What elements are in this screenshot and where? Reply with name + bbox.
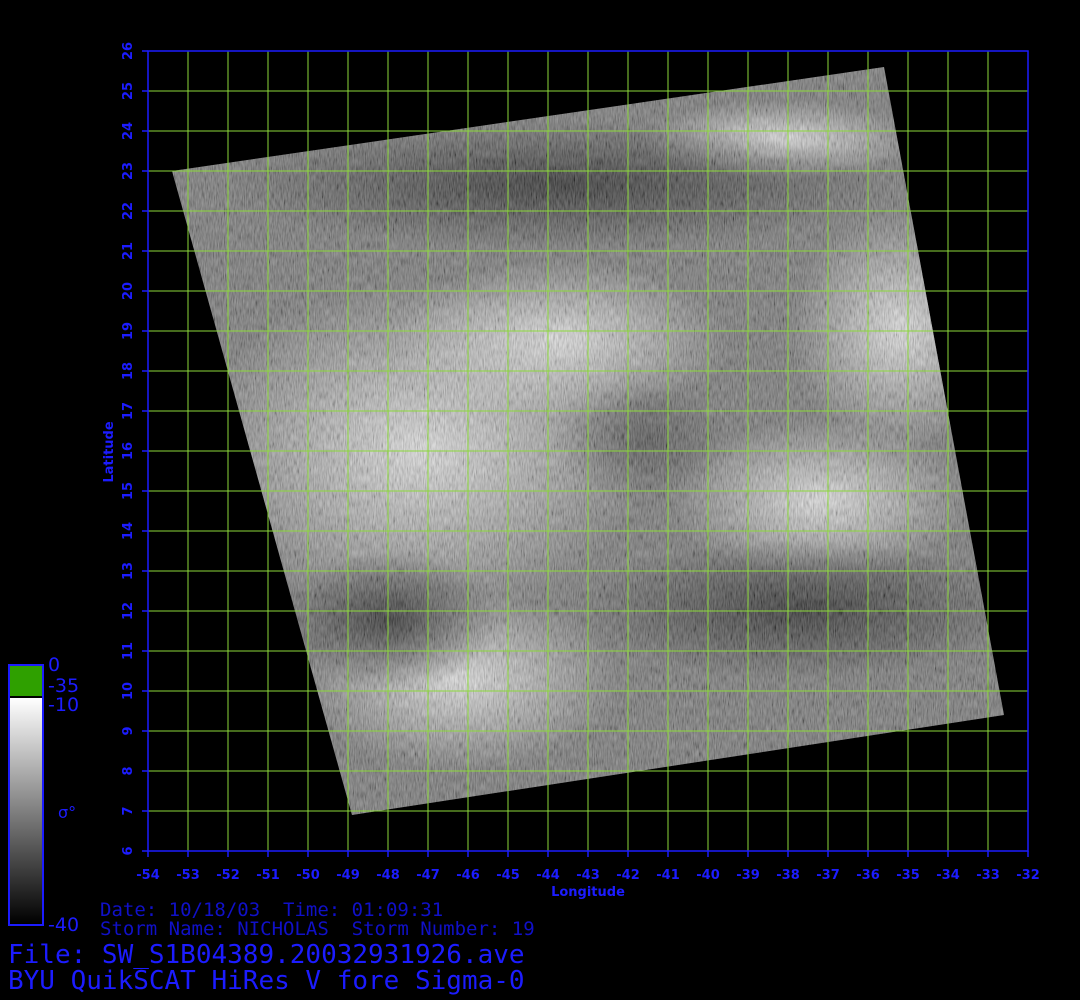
y-tick-label: 10	[121, 682, 136, 700]
x-tick-label: -50	[296, 868, 320, 883]
colorbar	[8, 664, 44, 926]
y-tick-label: 8	[121, 766, 136, 775]
y-tick-label: 20	[121, 282, 136, 300]
y-tick-label: 13	[121, 562, 136, 580]
x-tick-label: -39	[736, 868, 760, 883]
y-tick-label: 6	[121, 846, 136, 855]
colorbar-symbol-sigma0: σ°	[58, 803, 77, 822]
x-tick-label: -53	[176, 868, 200, 883]
colorbar-gray-gradient	[10, 698, 42, 924]
colorbar-green-band	[10, 666, 42, 696]
x-tick-label: -46	[456, 868, 480, 883]
storm-line: Storm Name: NICHOLAS Storm Number: 19	[100, 918, 535, 940]
y-tick-label: 11	[121, 642, 136, 660]
y-tick-label: 25	[121, 82, 136, 100]
x-tick-label: -33	[976, 868, 1000, 883]
x-tick-label: -35	[896, 868, 920, 883]
x-tick-label: -37	[816, 868, 840, 883]
lat-lon-grid	[147, 50, 1029, 852]
x-tick-label: -49	[336, 868, 360, 883]
y-tick-label: 14	[121, 522, 136, 540]
y-tick-label: 7	[121, 806, 136, 815]
x-tick-label: -41	[656, 868, 680, 883]
y-tick-label: 18	[121, 362, 136, 380]
x-tick-label: -32	[1016, 868, 1040, 883]
x-tick-label: -51	[256, 868, 280, 883]
x-tick-label: -40	[696, 868, 720, 883]
x-tick-label: -38	[776, 868, 800, 883]
x-tick-label: -36	[856, 868, 880, 883]
x-tick-label: -34	[936, 868, 960, 883]
product-line: BYU QuikSCAT HiRes V fore Sigma-0	[8, 966, 525, 996]
x-tick-label: -47	[416, 868, 440, 883]
x-axis-title: Longitude	[551, 885, 625, 900]
longitude-ticks: -54 -53 -52 -51 -50 -49 -48 -47 -46 -45 -44 -43 -42 -…	[136, 851, 1040, 883]
swath-image	[172, 67, 1004, 815]
colorbar-label-0: 0	[48, 654, 61, 676]
colorbar-label-minus40: -40	[48, 914, 80, 936]
y-tick-label: 23	[121, 162, 136, 180]
x-tick-label: -45	[496, 868, 520, 883]
y-tick-label: 19	[121, 322, 136, 340]
x-tick-label: -52	[216, 868, 240, 883]
y-tick-label: 26	[121, 42, 136, 60]
x-tick-label: -54	[136, 868, 160, 883]
latitude-ticks: 6 7 8 9 10 11 12 13 14 15 16 17 18 19 20 21 22 23 24 25 26	[121, 42, 148, 856]
map-plot: -54 -53 -52 -51 -50 -49 -48 -47 -46 -45 -44 -43 -42 -…	[8, 42, 1040, 926]
y-tick-label: 21	[121, 242, 136, 260]
y-axis-title: Latitude	[102, 421, 117, 483]
y-tick-label: 16	[121, 442, 136, 460]
y-tick-label: 15	[121, 482, 136, 500]
x-tick-label: -42	[616, 868, 640, 883]
colorbar-label-minus10: -10	[48, 694, 80, 716]
x-tick-label: -43	[576, 868, 600, 883]
y-tick-label: 24	[121, 122, 136, 140]
y-tick-label: 9	[121, 726, 136, 735]
y-tick-label: 22	[121, 202, 136, 220]
y-tick-label: 17	[121, 402, 136, 420]
x-tick-label: -44	[536, 868, 560, 883]
y-tick-label: 12	[121, 602, 136, 620]
x-tick-label: -48	[376, 868, 400, 883]
